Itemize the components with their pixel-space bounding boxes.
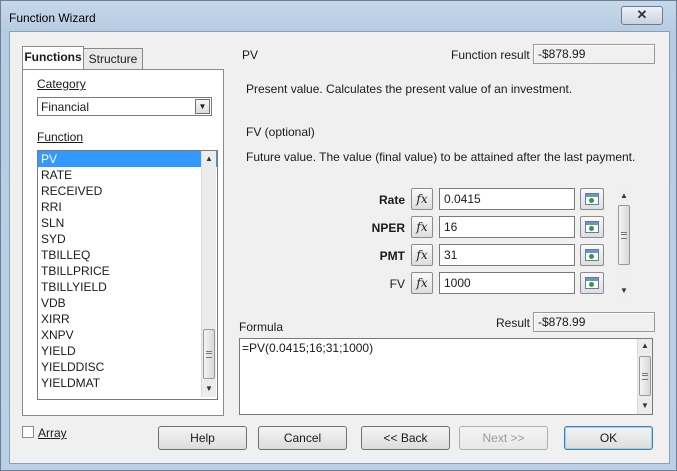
- fx-icon[interactable]: fx: [411, 216, 433, 238]
- parameter-name: FV (optional): [246, 125, 315, 139]
- function-description: Present value. Calculates the present va…: [246, 82, 573, 96]
- formula-label: Formula: [239, 320, 284, 334]
- array-checkbox[interactable]: [22, 426, 34, 438]
- help-button[interactable]: Help: [158, 426, 247, 450]
- scroll-thumb[interactable]: [203, 329, 215, 379]
- argument-input[interactable]: 16: [439, 216, 575, 238]
- shrink-icon[interactable]: [580, 188, 604, 210]
- ok-button[interactable]: OK: [564, 426, 653, 450]
- list-item[interactable]: RRI: [38, 199, 217, 215]
- fx-icon[interactable]: fx: [411, 244, 433, 266]
- result-label: Result: [496, 316, 531, 330]
- formula-textarea[interactable]: =PV(0.0415;16;31;1000) ▲ ▼: [239, 338, 653, 415]
- list-item[interactable]: PV: [38, 151, 217, 167]
- list-item[interactable]: YIELDDISC: [38, 359, 217, 375]
- scroll-thumb[interactable]: [618, 205, 630, 265]
- list-item[interactable]: YIELDMAT: [38, 375, 217, 391]
- argument-input[interactable]: 1000: [439, 272, 575, 294]
- list-item[interactable]: SYD: [38, 231, 217, 247]
- list-item[interactable]: RECEIVED: [38, 183, 217, 199]
- function-result-label: Function result: [451, 48, 530, 62]
- result-value: -$878.99: [533, 312, 655, 332]
- scroll-down-icon[interactable]: ▼: [617, 284, 631, 298]
- dialog-body: Functions Structure Category Financial ▼…: [9, 31, 670, 464]
- shrink-icon[interactable]: [580, 272, 604, 294]
- list-item[interactable]: SLN: [38, 215, 217, 231]
- back-button[interactable]: << Back: [361, 426, 450, 450]
- argument-label: FV: [389, 277, 405, 291]
- fx-icon[interactable]: fx: [411, 272, 433, 294]
- arguments-scrollbar[interactable]: ▲ ▼: [617, 189, 632, 299]
- scroll-down-icon[interactable]: ▼: [202, 382, 216, 396]
- argument-label: PMT: [379, 249, 405, 263]
- category-value: Financial: [41, 100, 90, 114]
- tab-structure[interactable]: Structure: [83, 48, 143, 69]
- list-item[interactable]: XNPV: [38, 327, 217, 343]
- shrink-icon[interactable]: [580, 216, 604, 238]
- functions-panel: Category Financial ▼ Function PV RATE RECE…: [22, 69, 224, 416]
- scroll-up-icon[interactable]: ▲: [638, 339, 652, 353]
- category-label: Category: [37, 77, 86, 91]
- argument-input[interactable]: 0.0415: [439, 188, 575, 210]
- function-result-value: -$878.99: [533, 44, 655, 64]
- formula-text: =PV(0.0415;16;31;1000): [242, 341, 374, 355]
- cancel-button[interactable]: Cancel: [258, 426, 347, 450]
- scroll-down-icon[interactable]: ▼: [638, 399, 652, 413]
- argument-label: Rate: [378, 193, 405, 207]
- function-wizard-window: Function Wizard ✕ Functions Structure Ca…: [0, 0, 677, 471]
- array-label: Array: [38, 426, 67, 440]
- next-button[interactable]: Next >>: [459, 426, 548, 450]
- argument-input[interactable]: 31: [439, 244, 575, 266]
- list-item[interactable]: XIRR: [38, 311, 217, 327]
- close-button[interactable]: ✕: [621, 6, 663, 25]
- function-label: Function: [37, 130, 84, 144]
- formula-scrollbar[interactable]: ▲ ▼: [637, 339, 652, 414]
- fx-icon[interactable]: fx: [411, 188, 433, 210]
- window-title: Function Wizard: [9, 11, 96, 25]
- argument-label: NPER: [371, 221, 405, 235]
- function-items: PV RATE RECEIVED RRI SLN SYD TBILLEQ TBILLPRICE…: [38, 151, 217, 391]
- function-list-scrollbar[interactable]: ▲ ▼: [201, 151, 216, 397]
- function-name: PV: [242, 48, 259, 62]
- list-item[interactable]: TBILLEQ: [38, 247, 217, 263]
- function-listbox[interactable]: PV RATE RECEIVED RRI SLN SYD TBILLEQ TBILLPRICE…: [37, 150, 218, 400]
- scroll-up-icon[interactable]: ▲: [617, 189, 631, 203]
- scroll-up-icon[interactable]: ▲: [202, 152, 216, 166]
- tab-functions[interactable]: Functions: [22, 46, 84, 69]
- list-item[interactable]: VDB: [38, 295, 217, 311]
- category-select[interactable]: Financial ▼: [37, 97, 212, 116]
- list-item[interactable]: YIELD: [38, 343, 217, 359]
- scroll-thumb[interactable]: [639, 356, 651, 396]
- list-item[interactable]: RATE: [38, 167, 217, 183]
- parameter-description: Future value. The value (final value) to…: [246, 150, 636, 164]
- list-item[interactable]: TBILLPRICE: [38, 263, 217, 279]
- shrink-icon[interactable]: [580, 244, 604, 266]
- list-item[interactable]: TBILLYIELD: [38, 279, 217, 295]
- chevron-down-icon[interactable]: ▼: [195, 99, 210, 114]
